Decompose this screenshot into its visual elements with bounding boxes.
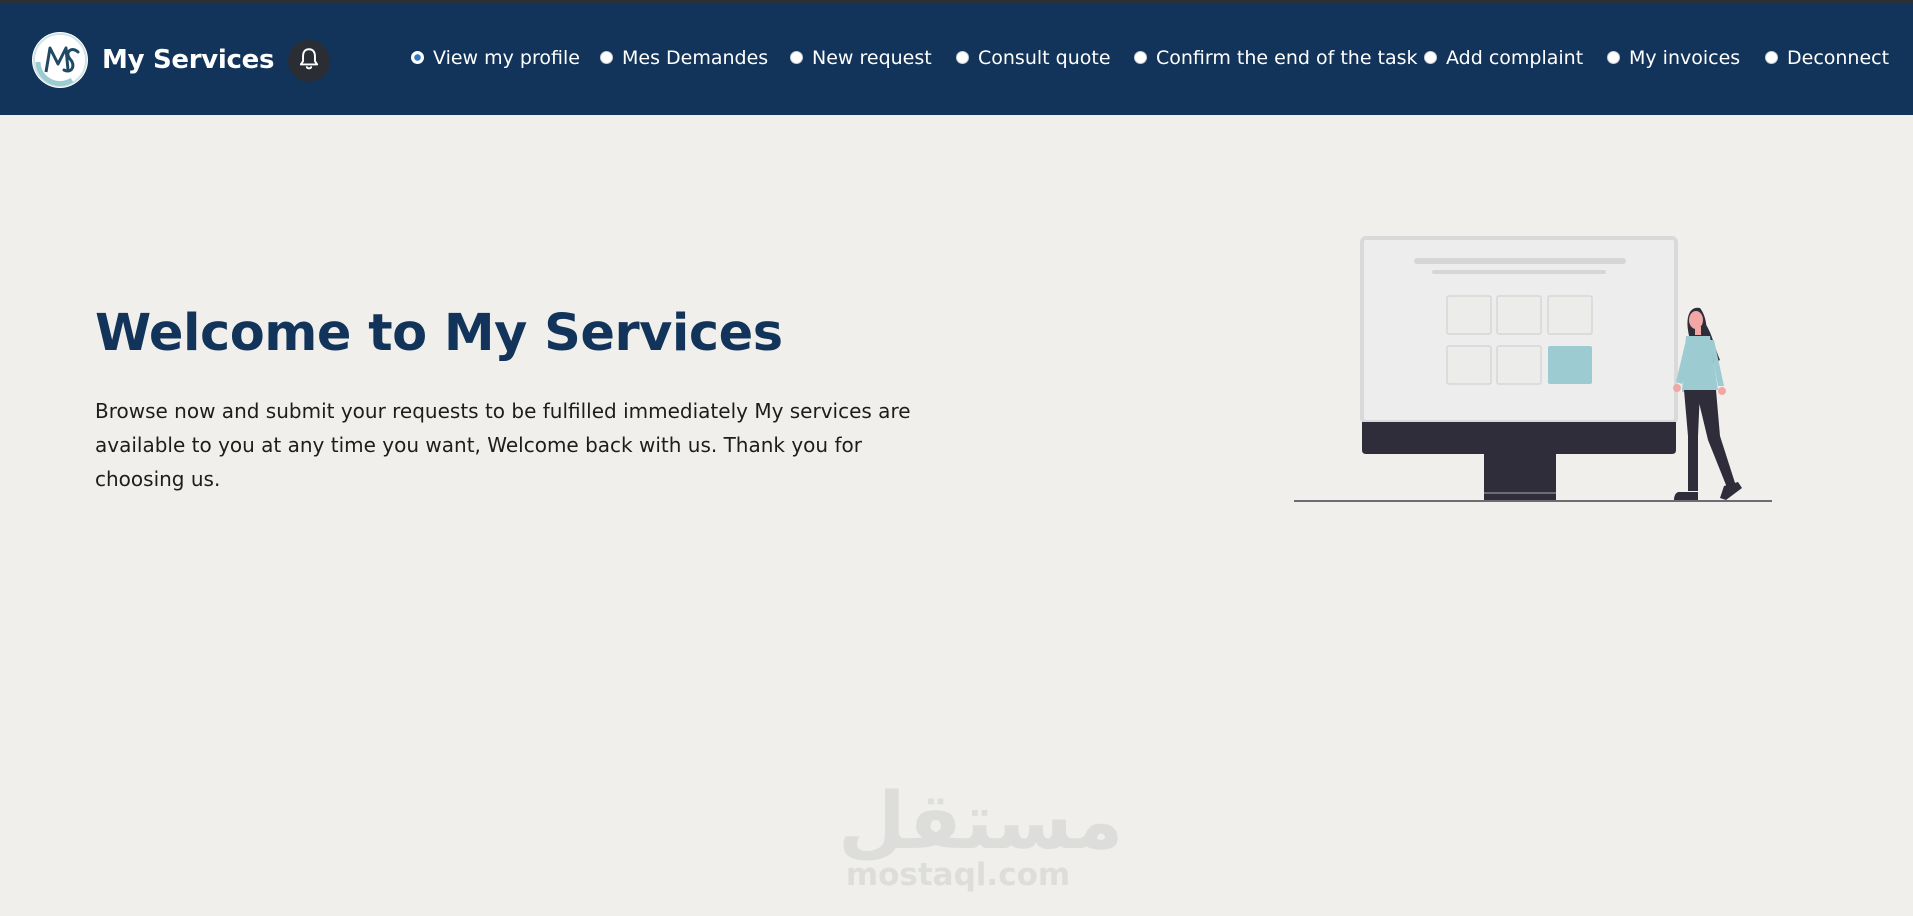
nav-label: Deconnect [1787, 47, 1890, 69]
radio-new-request[interactable] [790, 50, 803, 64]
nav-item-deconnect[interactable]: Deconnect [1765, 47, 1889, 69]
watermark-latin: mostaql.com [845, 857, 1071, 893]
radio-consult-quote[interactable] [956, 50, 969, 64]
radio-my-invoices[interactable] [1607, 50, 1620, 64]
nav-item-add-complaint[interactable]: Add complaint [1424, 47, 1583, 69]
nav-item-view-profile[interactable]: View my profile [411, 47, 580, 69]
radio-confirm-end-task[interactable] [1134, 50, 1147, 64]
top-navbar: My Services View my profile Mes Demandes… [0, 3, 1913, 115]
nav-label: New request [812, 47, 932, 69]
nav-item-mes-demandes[interactable]: Mes Demandes [600, 47, 768, 69]
nav-item-new-request[interactable]: New request [790, 47, 932, 69]
nav-label: My invoices [1629, 47, 1741, 69]
radio-deconnect[interactable] [1765, 50, 1778, 64]
page-title: Welcome to My Services [95, 304, 783, 363]
radio-mes-demandes[interactable] [600, 50, 613, 64]
welcome-text: Browse now and submit your requests to b… [95, 399, 911, 491]
radio-add-complaint[interactable] [1424, 50, 1437, 64]
watermark-arabic: مستقل [838, 777, 1124, 867]
nav-label: Confirm the end of the task [1156, 47, 1418, 69]
main-nav: View my profile Mes Demandes New request… [0, 3, 1913, 115]
person-at-monitor-illustration [1294, 236, 1774, 511]
nav-label: Mes Demandes [622, 47, 769, 69]
nav-label: View my profile [433, 47, 580, 69]
nav-label: Consult quote [978, 47, 1111, 69]
radio-view-profile[interactable] [411, 50, 424, 64]
nav-item-consult-quote[interactable]: Consult quote [956, 47, 1111, 69]
nav-item-my-invoices[interactable]: My invoices [1607, 47, 1740, 69]
nav-label: Add complaint [1446, 47, 1584, 69]
nav-item-confirm-end-task[interactable]: Confirm the end of the task [1134, 47, 1418, 69]
mostaql-watermark: مستقل mostaql.com [838, 777, 1124, 893]
